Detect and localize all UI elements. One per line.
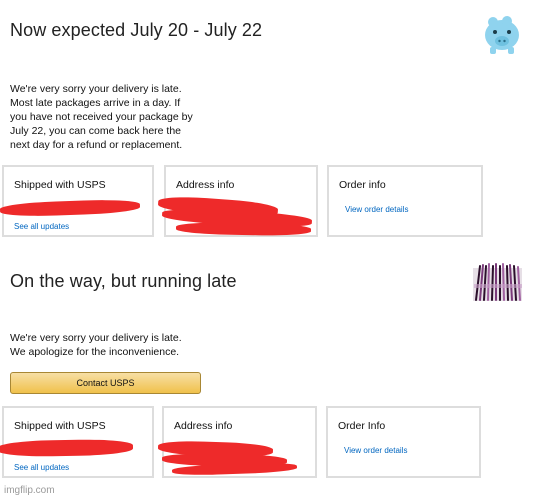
address-info-title: Address info: [176, 179, 235, 191]
piggy-bank-icon: [485, 16, 519, 54]
shipped-with-title: Shipped with USPS: [14, 420, 106, 432]
shipped-with-card: Shipped with USPS See all updates: [0, 406, 154, 478]
shipped-with-card: Shipped with USPS See all updates: [0, 165, 154, 237]
order-info-card: Order Info View order details: [326, 406, 481, 478]
address-info-card: Address info: [157, 406, 317, 478]
message-line: next day for a refund or replacement.: [10, 139, 183, 151]
message-line: We're very sorry your delivery is late.: [10, 332, 182, 344]
message-line: you have not received your package by: [10, 111, 193, 123]
delivery-status-title: On the way, but running late: [10, 271, 237, 291]
tracking-redaction: [0, 438, 134, 458]
order-info-title: Order info: [339, 179, 386, 191]
see-all-updates-link[interactable]: See all updates: [14, 463, 69, 472]
address-redaction: [175, 221, 312, 237]
tracking-redaction: [0, 198, 141, 218]
view-order-details-link[interactable]: View order details: [345, 205, 408, 214]
delivery-status-title: Now expected July 20 - July 22: [10, 20, 263, 40]
shipped-with-title: Shipped with USPS: [14, 179, 106, 191]
message-line: We're very sorry your delivery is late.: [10, 83, 182, 95]
delivery-panel-expected: Now expected July 20 - July 22 We're ver…: [0, 0, 556, 260]
makeup-brushes-icon: [473, 263, 522, 301]
message-line: We apologize for the inconvenience.: [10, 346, 180, 358]
address-info-card: Address info: [157, 165, 318, 237]
message-line: July 22, you can come back here the: [10, 125, 182, 137]
imgflip-watermark: imgflip.com: [4, 485, 55, 496]
delivery-late-message: We're very sorry your delivery is late. …: [10, 331, 182, 359]
address-info-title: Address info: [174, 420, 233, 432]
view-order-details-link[interactable]: View order details: [344, 446, 407, 455]
contact-usps-button[interactable]: Contact USPS: [10, 372, 201, 394]
order-info-card: Order info View order details: [327, 165, 483, 237]
delivery-late-message: We're very sorry your delivery is late. …: [10, 82, 193, 152]
order-info-title: Order Info: [338, 420, 386, 432]
message-line: Most late packages arrive in a day. If: [10, 97, 181, 109]
delivery-panel-running-late: On the way, but running late We're very …: [0, 262, 556, 500]
see-all-updates-link[interactable]: See all updates: [14, 222, 69, 231]
